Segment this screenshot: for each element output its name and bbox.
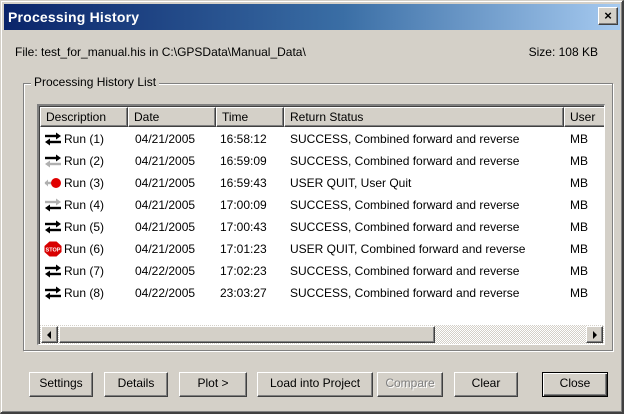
list-header: Description Date Time Return Status User xyxy=(40,107,604,127)
stop-sign-text: STOP xyxy=(46,248,61,254)
bidirectional-arrows-icon xyxy=(44,263,64,279)
cell-time: 17:00:09 xyxy=(220,198,267,212)
cell-user: MB xyxy=(570,242,588,256)
cell-date: 04/21/2005 xyxy=(135,242,196,256)
table-row[interactable]: Run (7) 04/22/2005 17:02:23 SUCCESS, Combin… xyxy=(40,260,604,282)
cell-return-status: SUCCESS, Combined forward and reverse xyxy=(290,264,520,278)
run-label: Run (1) xyxy=(64,132,105,146)
cell-time: 16:59:43 xyxy=(220,176,267,190)
table-row[interactable]: Run (5) 04/21/2005 17:00:43 SUCCESS, Combin… xyxy=(40,216,604,238)
cell-user: MB xyxy=(570,176,588,190)
reverse-arrow-icon xyxy=(44,197,64,213)
settings-button[interactable]: Settings xyxy=(29,372,93,397)
cell-return-status: SUCCESS, Combined forward and reverse xyxy=(290,198,520,212)
cell-user: MB xyxy=(570,154,588,168)
cell-description: Run (5) xyxy=(40,219,128,235)
cell-time: 17:01:23 xyxy=(220,242,267,256)
column-header-user[interactable]: User xyxy=(564,107,604,127)
cell-time: 23:03:27 xyxy=(220,286,267,300)
cell-description: Run (3) xyxy=(40,175,128,191)
cell-description: Run (8) xyxy=(40,285,128,301)
scroll-right-button[interactable] xyxy=(586,326,603,343)
load-into-project-button[interactable]: Load into Project xyxy=(257,372,373,397)
run-label: Run (6) xyxy=(64,242,105,256)
column-header-description[interactable]: Description xyxy=(40,107,128,127)
cell-description: Run (1) xyxy=(40,131,128,147)
table-row[interactable]: Run (3) 04/21/2005 16:59:43 USER QUIT, User… xyxy=(40,172,604,194)
close-window-button[interactable]: × xyxy=(598,7,618,25)
file-path-label: File: test_for_manual.his in C:\GPSData\… xyxy=(15,45,306,59)
bidirectional-arrows-icon xyxy=(44,219,64,235)
cell-return-status: SUCCESS, Combined forward and reverse xyxy=(290,220,520,234)
run-label: Run (2) xyxy=(64,154,105,168)
bidirectional-arrows-icon xyxy=(44,285,64,301)
cell-return-status: USER QUIT, User Quit xyxy=(290,176,412,190)
cell-description: STOP Run (6) xyxy=(40,241,128,257)
horizontal-scrollbar[interactable] xyxy=(40,325,604,344)
run-label: Run (7) xyxy=(64,264,105,278)
cell-time: 17:02:23 xyxy=(220,264,267,278)
column-header-return-status[interactable]: Return Status xyxy=(284,107,564,127)
cell-user: MB xyxy=(570,220,588,234)
column-header-date[interactable]: Date xyxy=(128,107,216,127)
cell-time: 17:00:43 xyxy=(220,220,267,234)
cell-user: MB xyxy=(570,132,588,146)
run-label: Run (4) xyxy=(64,198,105,212)
plot-button[interactable]: Plot > xyxy=(179,372,247,397)
close-button[interactable]: Close xyxy=(542,372,608,397)
user-quit-red-dot-icon xyxy=(44,175,64,191)
cell-description: Run (4) xyxy=(40,197,128,213)
window-title: Processing History xyxy=(8,9,140,25)
scroll-left-button[interactable] xyxy=(41,326,58,343)
cell-description: Run (7) xyxy=(40,263,128,279)
table-row[interactable]: Run (4) 04/21/2005 17:00:09 SUCCESS, Combin… xyxy=(40,194,604,216)
scroll-thumb[interactable] xyxy=(59,326,435,343)
cell-time: 16:58:12 xyxy=(220,132,267,146)
file-size-label: Size: 108 KB xyxy=(528,45,598,59)
table-row[interactable]: Run (8) 04/22/2005 23:03:27 SUCCESS, Combin… xyxy=(40,282,604,304)
table-row[interactable]: Run (1) 04/21/2005 16:58:12 SUCCESS, Combin… xyxy=(40,128,604,150)
list-rows: Run (1) 04/21/2005 16:58:12 SUCCESS, Combin… xyxy=(40,128,604,304)
cell-return-status: SUCCESS, Combined forward and reverse xyxy=(290,132,520,146)
cell-date: 04/21/2005 xyxy=(135,176,196,190)
cell-user: MB xyxy=(570,286,588,300)
cell-date: 04/22/2005 xyxy=(135,264,196,278)
table-row[interactable]: Run (2) 04/21/2005 16:59:09 SUCCESS, Combin… xyxy=(40,150,604,172)
cell-description: Run (2) xyxy=(40,153,128,169)
cell-return-status: USER QUIT, Combined forward and reverse xyxy=(290,242,526,256)
processing-history-dialog: Processing History × File: test_for_manu… xyxy=(0,0,624,414)
forward-arrow-icon xyxy=(44,153,64,169)
group-label: Processing History List xyxy=(31,75,160,89)
details-button[interactable]: Details xyxy=(104,372,168,397)
title-bar[interactable]: Processing History × xyxy=(4,4,620,30)
cell-date: 04/21/2005 xyxy=(135,220,196,234)
cell-user: MB xyxy=(570,198,588,212)
cell-date: 04/21/2005 xyxy=(135,198,196,212)
processing-history-list[interactable]: Description Date Time Return Status User… xyxy=(37,104,605,345)
cell-date: 04/21/2005 xyxy=(135,154,196,168)
compare-button[interactable]: Compare xyxy=(377,372,443,397)
cell-return-status: SUCCESS, Combined forward and reverse xyxy=(290,286,520,300)
cell-user: MB xyxy=(570,264,588,278)
run-label: Run (8) xyxy=(64,286,105,300)
cell-date: 04/21/2005 xyxy=(135,132,196,146)
cell-return-status: SUCCESS, Combined forward and reverse xyxy=(290,154,520,168)
column-header-time[interactable]: Time xyxy=(216,107,284,127)
cell-time: 16:59:09 xyxy=(220,154,267,168)
cell-date: 04/22/2005 xyxy=(135,286,196,300)
stop-sign-icon: STOP xyxy=(44,241,64,257)
bidirectional-arrows-icon xyxy=(44,131,64,147)
run-label: Run (3) xyxy=(64,176,105,190)
clear-button[interactable]: Clear xyxy=(454,372,518,397)
table-row[interactable]: STOP Run (6) 04/21/2005 17:01:23 USER QUIT, … xyxy=(40,238,604,260)
run-label: Run (5) xyxy=(64,220,105,234)
